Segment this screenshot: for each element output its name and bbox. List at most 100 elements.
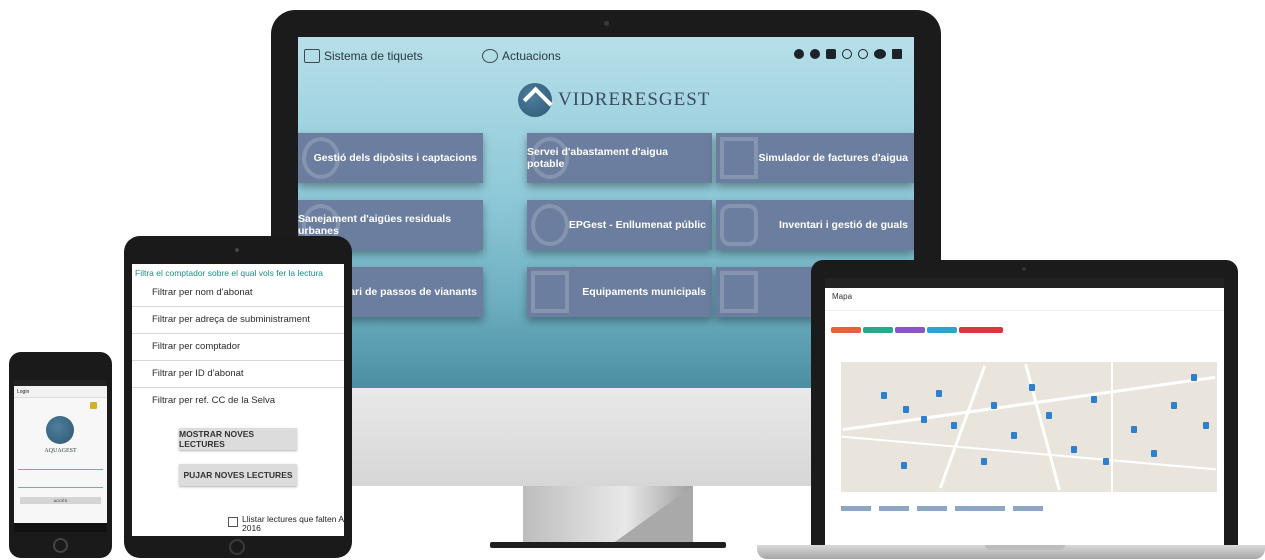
house-water-icon <box>518 83 552 117</box>
layer-button[interactable] <box>927 327 957 333</box>
filter-by-cc-ref[interactable]: Filtrar per ref. CC de la Selva <box>132 388 344 414</box>
show-readings-button[interactable]: MOSTRAR NOVES LECTURES <box>179 428 297 450</box>
tile-label: Equipaments municipals <box>582 286 706 298</box>
map-pin-icon[interactable] <box>1011 432 1017 439</box>
tile-bill-simulator[interactable]: Simulador de factures d'aigua <box>716 133 914 183</box>
nav-tickets-label: Sistema de tiquets <box>324 49 423 63</box>
map-pin-icon[interactable] <box>903 406 909 413</box>
tablet-home-button[interactable] <box>229 539 245 555</box>
tile-deposits[interactable]: Gestió dels dipòsits i captacions <box>298 133 483 183</box>
badge-icon <box>90 402 97 409</box>
laptop: Mapa <box>811 260 1238 548</box>
brand-name: VIDRERESGEST <box>558 89 711 110</box>
tile-water-supply[interactable]: Servei d'abastament d'aigua potable <box>527 133 712 183</box>
map-pin-icon[interactable] <box>921 416 927 423</box>
top-navigation: Sistema de tiquets Actuacions <box>298 37 914 77</box>
filter-by-subscriber-id[interactable]: Filtrar per ID d'abonat <box>132 361 344 388</box>
map-pin-icon[interactable] <box>951 422 957 429</box>
map-pin-icon[interactable] <box>981 458 987 465</box>
map-pin-icon[interactable] <box>881 392 887 399</box>
logout-icon[interactable] <box>892 49 902 59</box>
youtube-icon[interactable] <box>826 49 836 59</box>
map-pin-icon[interactable] <box>1191 374 1197 381</box>
brand-logo[interactable]: VIDRERESGEST <box>518 83 710 117</box>
phone-nav-bar <box>14 523 107 532</box>
legend-item <box>841 506 871 511</box>
map-pin-icon[interactable] <box>1151 450 1157 457</box>
github-icon[interactable] <box>858 49 868 59</box>
tools-icon <box>482 49 498 63</box>
filter-by-name[interactable]: Filtrar per nom d'abonat <box>132 280 344 307</box>
laptop-notch <box>985 545 1065 550</box>
map-pin-icon[interactable] <box>1029 384 1035 391</box>
laptop-webcam <box>1022 267 1026 271</box>
nav-actions-label: Actuacions <box>502 49 561 63</box>
globe-icon[interactable] <box>794 49 804 59</box>
map-legend <box>841 506 1043 511</box>
legend-item <box>955 506 1005 511</box>
monitor-stand <box>523 486 693 544</box>
chat-icon[interactable] <box>842 49 852 59</box>
users-icon[interactable] <box>874 49 886 59</box>
tablet: Filtra el comptador sobre el qual vols f… <box>124 236 352 558</box>
phone-screen: Login AQUAGEST ACCÉS <box>14 380 107 532</box>
tablet-screen: Filtra el comptador sobre el qual vols f… <box>132 264 344 536</box>
tile-driveways[interactable]: Inventari i gestió de guals <box>716 200 914 250</box>
map-view[interactable] <box>841 362 1217 492</box>
map-pin-icon[interactable] <box>936 390 942 397</box>
tile-label: Simulador de factures d'aigua <box>758 152 908 164</box>
checkbox-label: Llistar lectures que falten Apr 2016 <box>242 514 344 533</box>
map-pin-icon[interactable] <box>1131 426 1137 433</box>
laptop-screen: Mapa <box>825 278 1224 548</box>
map-pin-icon[interactable] <box>1103 458 1109 465</box>
map-pin-icon[interactable] <box>1046 412 1052 419</box>
monitor-stand-base <box>490 542 726 548</box>
map-pin-icon[interactable] <box>1071 446 1077 453</box>
map-pin-icon[interactable] <box>1171 402 1177 409</box>
social-links <box>794 49 902 59</box>
shower-icon <box>531 137 569 179</box>
phone-app-bar: Login <box>14 386 107 398</box>
laptop-subtitle <box>825 302 1224 311</box>
password-field[interactable] <box>18 480 103 488</box>
layer-button[interactable] <box>863 327 893 333</box>
nav-actions[interactable]: Actuacions <box>482 49 561 63</box>
upload-readings-button[interactable]: PUJAR NOVES LECTURES <box>179 464 297 486</box>
map-pin-icon[interactable] <box>901 462 907 469</box>
filter-title: Filtra el comptador sobre el qual vols f… <box>135 268 324 278</box>
lightbulb-icon <box>531 204 569 246</box>
map-pin-icon[interactable] <box>1203 422 1209 429</box>
laptop-page-title: Mapa <box>832 292 853 301</box>
legend-item <box>917 506 947 511</box>
map-pin-icon[interactable] <box>1091 396 1097 403</box>
filter-by-meter[interactable]: Filtrar per comptador <box>132 334 344 361</box>
tile-public-lighting[interactable]: EPGest - Enllumenat públic <box>527 200 712 250</box>
aquagest-logo-icon <box>46 416 74 444</box>
laptop-layer-buttons <box>825 325 1224 335</box>
legend-item <box>879 506 909 511</box>
layer-button[interactable] <box>959 327 1003 333</box>
device-showcase: Sistema de tiquets Actuacions VIDRERESGE… <box>0 0 1265 560</box>
phone-home-button[interactable] <box>53 538 68 553</box>
tile-label: EPGest - Enllumenat públic <box>568 219 706 231</box>
car-icon <box>720 204 758 246</box>
warning-icon <box>720 271 758 313</box>
login-button[interactable]: ACCÉS <box>20 497 101 504</box>
tile-label: entari de passos de vianants <box>333 286 477 298</box>
phone-brand: AQUAGEST <box>44 448 77 454</box>
nav-tickets[interactable]: Sistema de tiquets <box>304 49 423 63</box>
missing-readings-checkbox[interactable]: Llistar lectures que falten Apr 2016 <box>228 515 344 533</box>
tile-municipal-facilities[interactable]: Equipaments municipals <box>527 267 712 317</box>
checkbox-box[interactable] <box>228 517 238 527</box>
info-icon[interactable] <box>810 49 820 59</box>
layer-button[interactable] <box>831 327 861 333</box>
legend-item <box>1013 506 1043 511</box>
webcam-dot <box>604 21 609 26</box>
map-pin-icon[interactable] <box>991 402 997 409</box>
filter-by-address[interactable]: Filtrar per adreça de subministrament <box>132 307 344 334</box>
laptop-app-topbar <box>825 278 1224 288</box>
layer-button[interactable] <box>895 327 925 333</box>
username-field[interactable] <box>18 462 103 470</box>
smartphone: Login AQUAGEST ACCÉS <box>9 352 112 558</box>
gauge-icon <box>302 137 340 179</box>
